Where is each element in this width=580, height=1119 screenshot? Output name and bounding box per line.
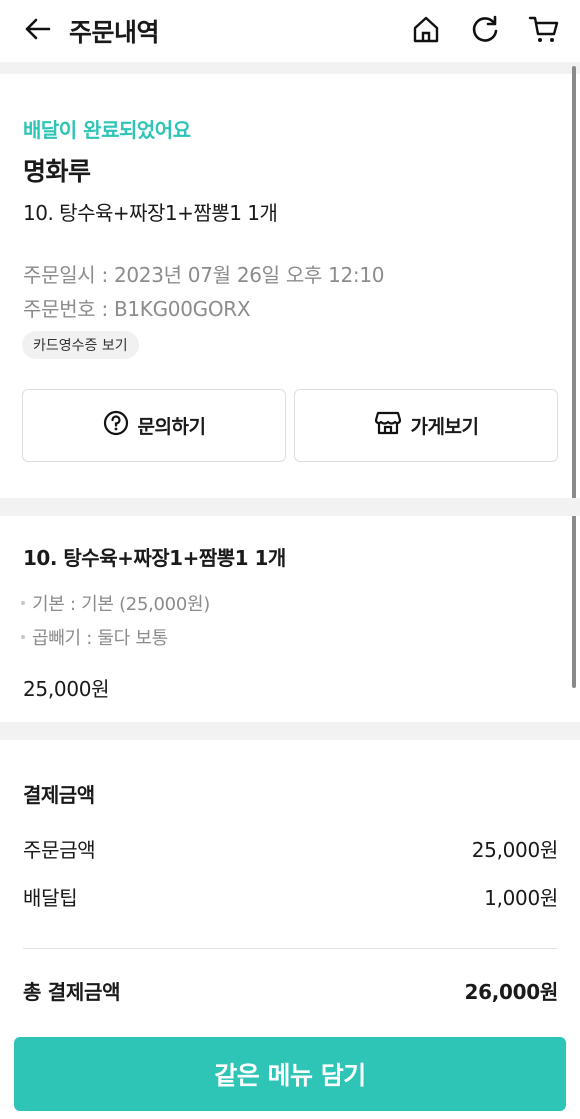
inquiry-button[interactable]: 문의하기 [22, 389, 286, 462]
menu-option-text: 기본 : 기본 (25,000원) [32, 594, 210, 615]
cart-icon[interactable] [528, 13, 560, 45]
delivery-tip-row: 배달팁 1,000원 [23, 882, 558, 911]
bullet-icon [21, 635, 25, 639]
total-payment-row: 총 결제금액 26,000원 [23, 976, 558, 1005]
bullet-icon [21, 601, 25, 605]
page-title: 주문내역 [69, 18, 160, 47]
order-detail-page: 주문내역 배달이 완료되었어요 명화루 10. 탕수육+짜장1+짬뽕1 1개 주… [0, 0, 580, 1119]
question-icon [103, 410, 129, 441]
payment-heading: 결제금액 [23, 783, 95, 807]
top-app-bar: 주문내역 [0, 0, 580, 58]
store-icon [374, 411, 402, 440]
menu-option: 기본 : 기본 (25,000원) [21, 590, 210, 616]
section-separator [0, 722, 580, 740]
back-arrow-icon[interactable] [22, 14, 52, 44]
store-name: 명화루 [23, 157, 91, 186]
menu-item-price: 25,000원 [23, 677, 110, 701]
divider [23, 948, 558, 949]
section-separator [0, 498, 580, 516]
order-amount-value: 25,000원 [471, 838, 559, 862]
delivery-status: 배달이 완료되었어요 [23, 118, 191, 142]
order-amount-label: 주문금액 [23, 838, 96, 862]
order-datetime: 주문일시 : 2023년 07월 26일 오후 12:10 [23, 263, 385, 287]
order-amount-row: 주문금액 25,000원 [23, 834, 558, 863]
order-number: 주문번호 : B1KG00GORX [23, 297, 251, 321]
total-payment-label: 총 결제금액 [23, 980, 121, 1004]
scrollbar[interactable] [572, 66, 576, 688]
inquiry-label: 문의하기 [137, 416, 206, 438]
total-payment-value: 26,000원 [464, 980, 559, 1004]
add-same-menu-button[interactable]: 같은 메뉴 담기 [14, 1037, 566, 1111]
section-separator [0, 62, 580, 74]
menu-option: 곱빼기 : 둘다 보통 [21, 624, 168, 650]
menu-option-text: 곱빼기 : 둘다 보통 [32, 628, 168, 649]
delivery-tip-label: 배달팁 [23, 886, 78, 910]
delivery-tip-value: 1,000원 [484, 886, 558, 910]
menu-item-title: 10. 탕수육+짜장1+짬뽕1 1개 [23, 546, 286, 570]
card-receipt-button[interactable]: 카드영수증 보기 [22, 331, 139, 359]
store-view-button[interactable]: 가게보기 [294, 389, 558, 462]
store-view-label: 가게보기 [410, 416, 479, 438]
home-icon[interactable] [410, 13, 442, 45]
refresh-icon[interactable] [469, 13, 501, 45]
order-summary: 10. 탕수육+짜장1+짬뽕1 1개 [23, 201, 278, 225]
